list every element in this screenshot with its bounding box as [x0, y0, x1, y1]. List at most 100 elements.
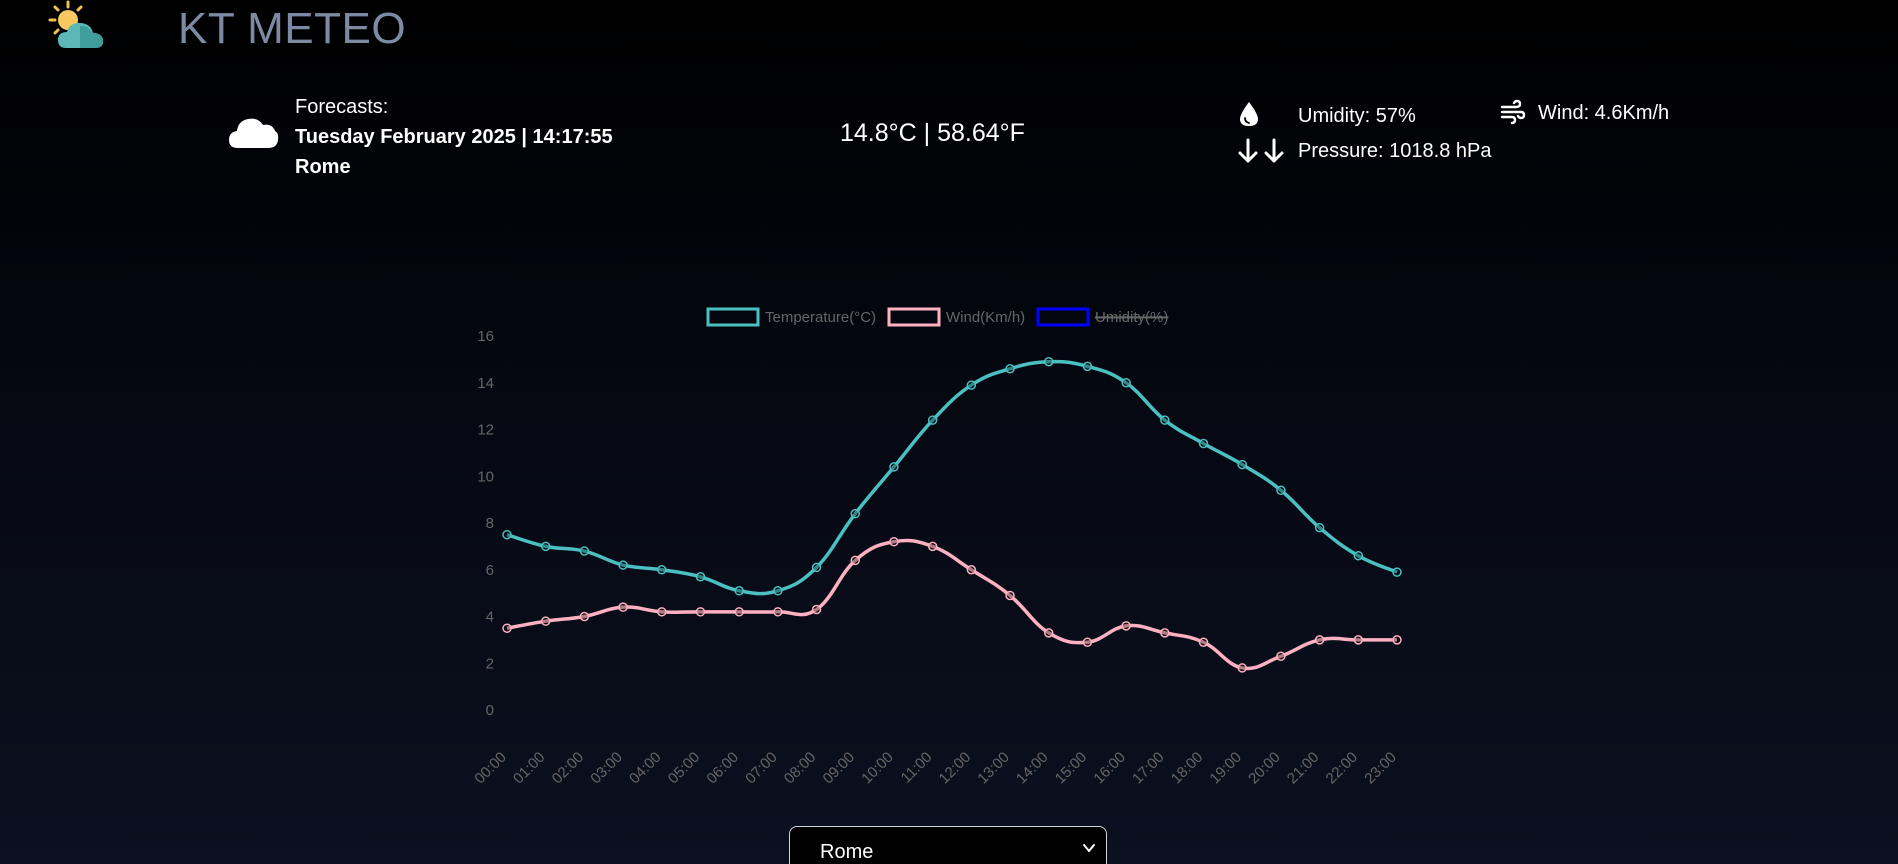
data-point[interactable] [889, 536, 899, 547]
data-point[interactable] [1160, 628, 1170, 638]
pressure-text: Pressure: 1018.8 hPa [1298, 140, 1492, 162]
data-point[interactable] [657, 607, 667, 617]
y-tick-label: 14 [477, 375, 494, 392]
data-point[interactable] [927, 541, 938, 552]
x-tick-label: 16:00 [1090, 749, 1129, 788]
legend-swatch[interactable] [1036, 307, 1090, 327]
x-tick-label: 01:00 [510, 749, 549, 788]
x-tick-label: 05:00 [665, 749, 704, 788]
app-title: KT METEO [178, 4, 407, 53]
sun-cloud-logo-icon [48, 0, 104, 48]
data-point[interactable] [1353, 550, 1364, 561]
data-point[interactable] [1043, 356, 1054, 367]
y-tick-label: 6 [486, 562, 494, 579]
data-point[interactable] [1121, 621, 1131, 631]
y-tick-label: 10 [477, 468, 494, 485]
x-tick-label: 15:00 [1052, 749, 1091, 788]
city-select[interactable]: Rome [789, 826, 1107, 864]
data-point[interactable] [657, 565, 667, 575]
legend-label[interactable]: Wind(Km/h) [946, 309, 1025, 326]
city-select-value: Rome [820, 841, 874, 863]
x-tick-label: 06:00 [703, 749, 742, 788]
data-point[interactable] [889, 462, 899, 472]
data-point[interactable] [966, 565, 977, 575]
data-point[interactable] [734, 607, 744, 617]
x-tick-label: 08:00 [781, 749, 820, 788]
data-point[interactable] [1082, 637, 1093, 647]
data-point[interactable] [927, 415, 938, 425]
x-tick-label: 22:00 [1323, 749, 1362, 788]
x-tick-label: 04:00 [626, 749, 665, 788]
forecast-label: Forecasts: [295, 96, 389, 118]
data-point[interactable] [1276, 485, 1286, 496]
data-point[interactable] [1314, 522, 1325, 533]
current-temperature: 14.8°C | 58.64°F [840, 119, 1025, 147]
data-point[interactable] [1005, 590, 1015, 601]
y-tick-label: 4 [486, 609, 494, 626]
x-tick-label: 14:00 [1013, 749, 1052, 788]
data-point[interactable] [1082, 361, 1093, 372]
water-drop-icon [1240, 102, 1258, 126]
forecast-datetime: Tuesday February 2025 | 14:17:55 [295, 126, 613, 148]
x-tick-label: 13:00 [974, 749, 1013, 788]
x-tick-label: 07:00 [742, 749, 781, 788]
data-point[interactable] [695, 607, 706, 617]
y-tick-label: 12 [477, 422, 494, 439]
x-tick-label: 21:00 [1284, 749, 1323, 788]
data-point[interactable] [1043, 628, 1054, 638]
data-point[interactable] [540, 616, 551, 626]
data-point[interactable] [1353, 635, 1364, 645]
data-point[interactable] [579, 546, 590, 556]
x-tick-label: 09:00 [820, 749, 859, 788]
x-tick-label: 03:00 [587, 749, 626, 788]
data-point[interactable] [1392, 567, 1402, 577]
y-tick-label: 8 [486, 515, 494, 532]
cloud-icon [229, 118, 279, 148]
x-tick-label: 18:00 [1168, 749, 1207, 788]
forecast-block: Forecasts: Tuesday February 2025 | 14:17… [295, 92, 613, 182]
x-tick-label: 00:00 [471, 749, 510, 788]
x-tick-label: 23:00 [1361, 749, 1400, 788]
data-point[interactable] [850, 555, 861, 566]
data-point[interactable] [773, 607, 783, 617]
forecast-city: Rome [295, 156, 351, 178]
series-line-temperature [506, 359, 1398, 596]
data-point[interactable] [1198, 637, 1209, 647]
data-point[interactable] [966, 380, 977, 390]
data-point[interactable] [618, 560, 628, 570]
x-tick-label: 11:00 [898, 749, 936, 787]
data-point[interactable] [502, 529, 512, 540]
legend-label[interactable]: Temperature(°C) [765, 309, 876, 326]
chevron-down-icon [1083, 844, 1095, 852]
data-point[interactable] [734, 586, 744, 596]
x-tick-label: 17:00 [1129, 749, 1168, 788]
data-point[interactable] [695, 572, 706, 582]
data-point[interactable] [1392, 635, 1402, 645]
y-tick-label: 16 [477, 328, 494, 345]
data-point[interactable] [618, 602, 628, 612]
data-point[interactable] [579, 611, 590, 622]
app: KT METEO Forecasts: Tuesday February 202… [0, 0, 1898, 864]
y-tick-label: 0 [486, 702, 494, 719]
data-point[interactable] [1005, 363, 1015, 374]
data-point[interactable] [1237, 459, 1247, 470]
x-tick-label: 19:00 [1206, 749, 1245, 788]
data-point[interactable] [1314, 635, 1325, 645]
data-point[interactable] [811, 604, 822, 615]
data-point[interactable] [1121, 378, 1131, 388]
data-point[interactable] [850, 508, 861, 519]
data-point[interactable] [773, 586, 783, 596]
data-point[interactable] [502, 623, 512, 633]
data-point[interactable] [1198, 438, 1209, 449]
data-point[interactable] [811, 562, 822, 573]
legend-swatch[interactable] [706, 307, 760, 327]
x-tick-label: 12:00 [936, 749, 975, 788]
pressure-arrows-icon [1238, 138, 1284, 163]
x-tick-label: 20:00 [1245, 749, 1284, 788]
data-point[interactable] [540, 541, 551, 552]
data-point[interactable] [1237, 663, 1247, 673]
x-tick-label: 02:00 [549, 749, 588, 788]
legend-swatch[interactable] [887, 307, 941, 327]
data-point[interactable] [1276, 651, 1286, 661]
data-point[interactable] [1160, 415, 1170, 425]
